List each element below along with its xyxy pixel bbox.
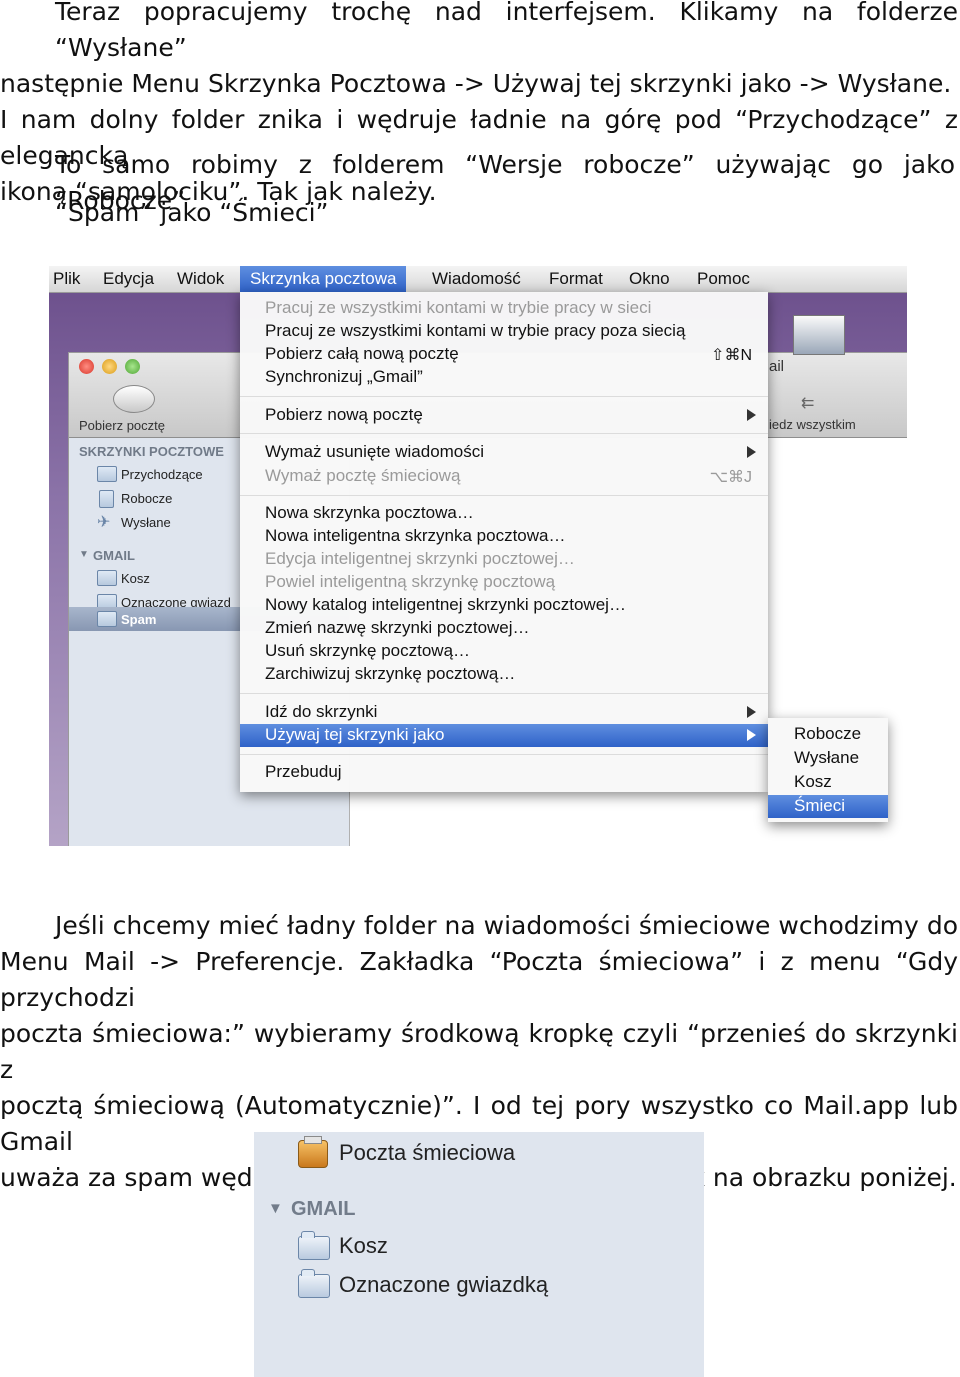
menu-item-erase-junk: Wymaż pocztę śmieciową (265, 466, 461, 485)
drafts-icon (99, 490, 114, 508)
menu-item-delete-mailbox[interactable]: Usuń skrzynkę pocztową… (265, 641, 470, 661)
sidebar-section-gmail: GMAIL (93, 548, 135, 563)
sidebar-item-trash[interactable]: Kosz (121, 571, 150, 586)
menu-item-archive-mailbox[interactable]: Zarchiwizuj skrzynkę pocztową… (265, 664, 515, 684)
window-title-partial: ail (769, 358, 785, 375)
paragraph-3: “Spam” jako “Śmieci” (55, 198, 329, 227)
paragraph-4-line-2: Menu Mail -> Preferencje. Zakładka “Pocz… (0, 947, 958, 1012)
folder-icon (97, 611, 117, 627)
sidebar-item-drafts[interactable]: Robocze (121, 491, 172, 506)
sidebar-item-starred[interactable]: Oznaczone gwiazdką (339, 1272, 548, 1298)
mailbox-dropdown-menu: Pracuj ze wszystkimi kontami w trybie pr… (240, 292, 768, 792)
menu-item-new-smart-mailbox[interactable]: Nowa inteligentna skrzynka pocztowa… (265, 526, 565, 546)
sidebar-item-inbox[interactable]: Przychodzące (121, 467, 203, 482)
zoom-window-icon[interactable] (125, 359, 140, 374)
sidebar-item-spam[interactable]: Spam (121, 612, 156, 627)
menu-help[interactable]: Pomoc (697, 269, 750, 289)
menu-item-rebuild[interactable]: Przebuduj (265, 762, 342, 782)
disclosure-triangle-icon[interactable]: ▼ (79, 549, 89, 560)
submenu-arrow-icon (747, 409, 756, 421)
menu-item-new-mailbox[interactable]: Nowa skrzynka pocztowa… (265, 503, 474, 523)
mail-menu-screenshot: Pobierz pocztę ail ⇇ iedz wszystkim SKRZ… (49, 266, 907, 846)
submenu-arrow-icon (747, 706, 756, 718)
folder-icon (298, 1269, 330, 1298)
shortcut-erase-junk: ⌥⌘J (709, 469, 752, 486)
sidebar-section-mailboxes: SKRZYNKI POCZTOWE (79, 444, 224, 459)
thumbnail-icon (793, 315, 845, 355)
paragraph-1-line-1: Teraz popracujemy trochę nad interfejsem… (55, 0, 958, 62)
sidebar-item-sent[interactable]: Wysłane (121, 515, 171, 530)
paragraph-4-line-3: poczta śmieciowa:” wybieramy środkową kr… (0, 1019, 958, 1084)
sidebar-item-trash[interactable]: Kosz (339, 1233, 388, 1259)
menu-item-offline[interactable]: Pracuj ze wszystkimi kontami w trybie pr… (265, 321, 685, 341)
get-mail-label: Pobierz pocztę (79, 418, 165, 433)
menu-separator (240, 495, 768, 496)
menu-separator (240, 693, 768, 694)
menu-message[interactable]: Wiadomość (432, 269, 521, 289)
close-window-icon[interactable] (79, 359, 94, 374)
submenu-item-sent[interactable]: Wysłane (794, 748, 859, 768)
menu-view[interactable]: Widok (177, 269, 224, 289)
disclosure-triangle-icon[interactable]: ▼ (268, 1200, 283, 1217)
reply-all-label: iedz wszystkim (769, 417, 856, 432)
folder-icon (97, 570, 117, 586)
submenu-arrow-icon (747, 446, 756, 458)
menu-item-rename-mailbox[interactable]: Zmień nazwę skrzynki pocztowej… (265, 618, 530, 638)
inbox-icon (97, 466, 117, 482)
submenu-item-junk[interactable]: Śmieci (794, 796, 845, 816)
get-mail-icon[interactable] (113, 385, 155, 413)
menu-separator (240, 433, 768, 434)
menu-item-erase-deleted[interactable]: Wymaż usunięte wiadomości (265, 442, 484, 462)
menu-item-duplicate-smart-mailbox: Powiel inteligentną skrzynkę pocztową (265, 572, 556, 591)
sidebar-item-junk[interactable]: Poczta śmieciowa (339, 1140, 515, 1166)
shortcut-get-all-mail: ⇧⌘N (711, 347, 752, 364)
menu-item-sync-gmail[interactable]: Synchronizuj „Gmail” (265, 367, 423, 387)
menu-item-new-smart-folder[interactable]: Nowy katalog inteligentnej skrzynki pocz… (265, 595, 626, 615)
submenu-item-drafts[interactable]: Robocze (794, 724, 861, 744)
menu-mailbox[interactable]: Skrzynka pocztowa (240, 266, 407, 292)
menu-edit[interactable]: Edycja (103, 269, 154, 289)
menu-item-online: Pracuj ze wszystkimi kontami w trybie pr… (265, 298, 652, 317)
menu-item-go-to-mailbox[interactable]: Idź do skrzynki (265, 702, 377, 722)
junk-mail-icon (298, 1140, 328, 1168)
menu-format[interactable]: Format (549, 269, 603, 289)
sidebar-section-gmail: GMAIL (291, 1198, 356, 1220)
junk-mail-icon-lid (304, 1136, 322, 1144)
menu-item-use-mailbox-for[interactable]: Używaj tej skrzynki jako (265, 725, 445, 745)
submenu-item-trash[interactable]: Kosz (794, 772, 832, 792)
reply-all-icon[interactable]: ⇇ (801, 393, 814, 412)
menu-item-get-new-mail[interactable]: Pobierz nową pocztę (265, 405, 423, 425)
minimize-window-icon[interactable] (102, 359, 117, 374)
use-mailbox-submenu: Robocze Wysłane Kosz Śmieci (768, 718, 888, 822)
junk-folder-screenshot: Poczta śmieciowa ▼ GMAIL Kosz Oznaczone … (254, 1132, 704, 1377)
menu-bar: Plik Edycja Widok Skrzynka pocztowa Wiad… (49, 266, 907, 293)
paragraph-4-line-1: Jeśli chcemy mieć ładny folder na wiadom… (55, 911, 958, 940)
folder-icon (298, 1231, 330, 1260)
menu-item-get-all-mail[interactable]: Pobierz całą nową pocztę (265, 344, 459, 364)
menu-separator (240, 396, 768, 397)
menu-separator (240, 754, 768, 755)
paragraph-1-line-2: następnie Menu Skrzynka Pocztowa -> Używ… (0, 69, 952, 98)
menu-item-edit-smart-mailbox: Edycja inteligentnej skrzynki pocztowej… (265, 549, 575, 568)
sent-plane-icon: ✈ (97, 514, 111, 531)
menu-file[interactable]: Plik (53, 269, 80, 289)
menu-window[interactable]: Okno (629, 269, 670, 289)
submenu-arrow-icon (747, 729, 756, 741)
